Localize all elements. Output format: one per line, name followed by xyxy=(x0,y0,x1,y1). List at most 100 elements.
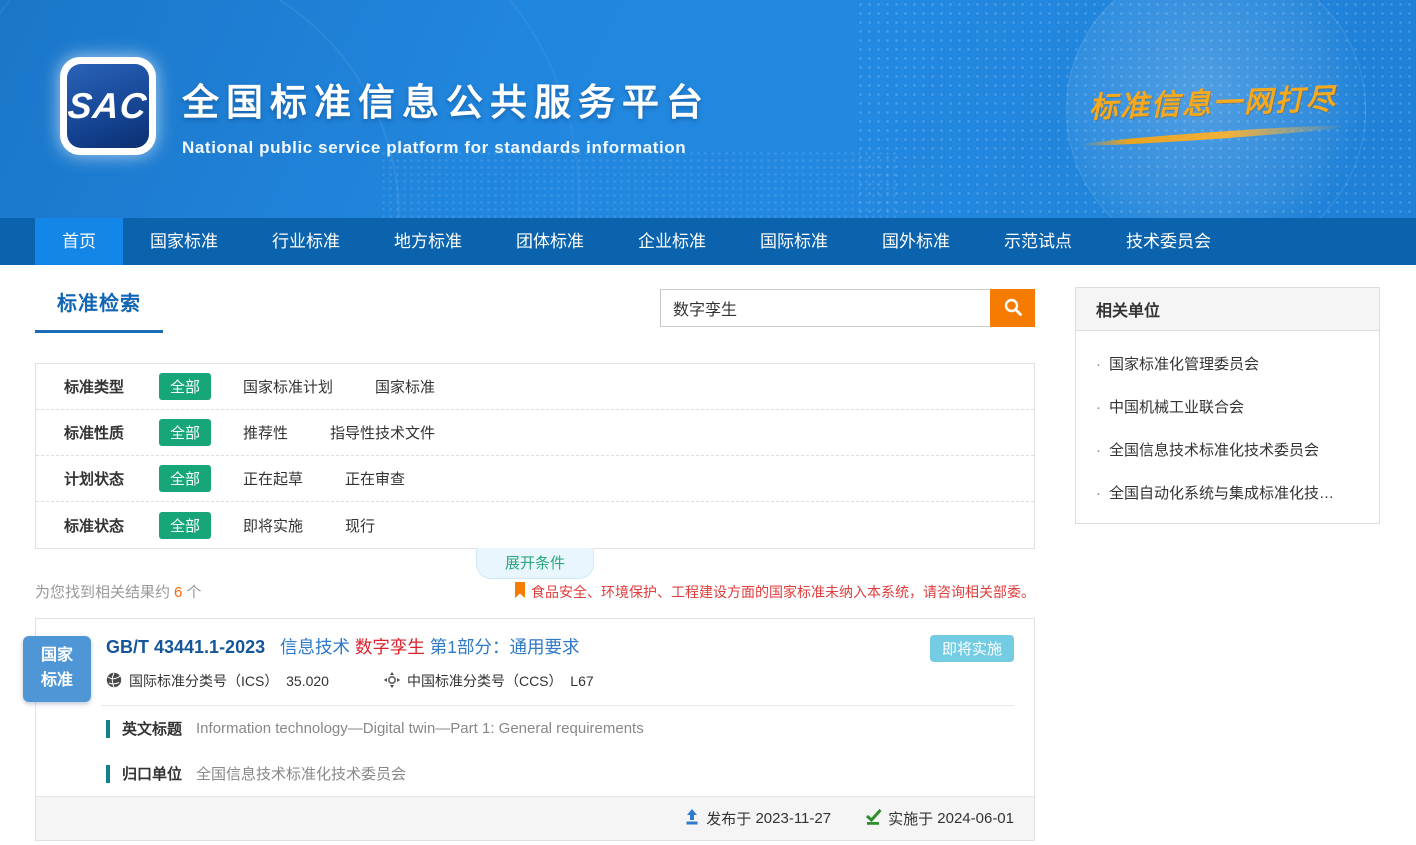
sidebar: 相关单位 国家标准化管理委员会 中国机械工业联合会 全国信息技术标准化技术委员会… xyxy=(1075,287,1380,841)
main-nav: 首页 国家标准 行业标准 地方标准 团体标准 企业标准 国际标准 国外标准 示范… xyxy=(0,218,1416,265)
publish-label: 发布于 xyxy=(706,808,751,829)
classification-row: 国际标准分类号（ICS） 35.020 中国标准分类号（CCS） L67 xyxy=(106,671,1014,705)
search-button[interactable] xyxy=(990,289,1035,327)
filter-row-standard-type: 标准类型 全部 国家标准计划 国家标准 xyxy=(36,364,1034,410)
ics-value: 35.020 xyxy=(286,673,329,689)
search-box xyxy=(660,289,1035,327)
badge-line2: 标准 xyxy=(41,669,73,694)
filter-row-standard-nature: 标准性质 全部 推荐性 指导性技术文件 xyxy=(36,410,1034,456)
filter-all-button[interactable]: 全部 xyxy=(159,465,211,492)
publish-icon xyxy=(684,809,706,829)
sac-logo[interactable]: SAC xyxy=(60,57,156,155)
related-units-list: 国家标准化管理委员会 中国机械工业联合会 全国信息技术标准化技术委员会 全国自动… xyxy=(1076,331,1379,523)
publish-value: 2023-11-27 xyxy=(755,810,831,827)
filter-option[interactable]: 即将实施 xyxy=(243,515,303,536)
filter-label: 计划状态 xyxy=(64,468,159,489)
publish-date: 发布于 2023-11-27 xyxy=(684,808,831,829)
site-title: 全国标准信息公共服务平台 xyxy=(182,72,710,126)
filter-panel: 标准类型 全部 国家标准计划 国家标准 标准性质 全部 推荐性 指导性技术文件 … xyxy=(35,363,1035,549)
result-count-suffix: 个 xyxy=(186,584,201,601)
nav-item-international-standards[interactable]: 国际标准 xyxy=(733,218,855,265)
nav-item-group-standards[interactable]: 团体标准 xyxy=(489,218,611,265)
standard-result-card: 国家 标准 即将实施 GB/T 43441.1-2023 信息技术 数字孪生 第… xyxy=(35,618,1035,841)
related-unit-item[interactable]: 国家标准化管理委员会 xyxy=(1076,337,1379,380)
status-badge: 即将实施 xyxy=(930,635,1014,662)
header-banner: SAC 全国标准信息公共服务平台 National public service… xyxy=(0,0,1416,218)
section-title: 标准检索 xyxy=(57,293,141,315)
filter-row-standard-status: 标准状态 全部 即将实施 现行 xyxy=(36,502,1034,548)
ccs-value: L67 xyxy=(570,673,593,689)
result-count-number: 6 xyxy=(174,584,182,601)
filter-option[interactable]: 国家标准 xyxy=(375,376,435,397)
filter-all-button[interactable]: 全部 xyxy=(159,512,211,539)
banner-slogan: 标准信息一网打尽 xyxy=(1067,75,1359,144)
english-title-value: Information technology—Digital twin—Part… xyxy=(196,720,644,737)
related-units-panel: 相关单位 国家标准化管理委员会 中国机械工业联合会 全国信息技术标准化技术委员会… xyxy=(1075,287,1380,524)
content-area: 标准检索 标准类型 全部 国家标准计划 国家标准 标准性质 全部 xyxy=(0,265,1416,841)
filter-all-button[interactable]: 全部 xyxy=(159,419,211,446)
search-input[interactable] xyxy=(660,289,990,327)
related-unit-item[interactable]: 中国机械工业联合会 xyxy=(1076,380,1379,423)
field-label: 英文标题 xyxy=(122,718,182,739)
slogan-text: 标准信息一网打尽 xyxy=(1067,75,1358,127)
committee-link[interactable]: 全国信息技术标准化技术委员会 xyxy=(196,763,406,784)
standard-title-link[interactable]: GB/T 43441.1-2023 信息技术 数字孪生 第1部分：通用要求 xyxy=(106,634,1014,659)
filter-option[interactable]: 指导性技术文件 xyxy=(330,422,435,443)
nav-item-pilot[interactable]: 示范试点 xyxy=(977,218,1099,265)
related-units-title: 相关单位 xyxy=(1076,288,1379,331)
title-part1: 信息技术 xyxy=(280,637,350,657)
committee-row: 归口单位 全国信息技术标准化技术委员会 xyxy=(36,751,1034,796)
tab-standard-search[interactable]: 标准检索 xyxy=(35,287,163,333)
search-icon xyxy=(1003,297,1023,320)
filter-label: 标准类型 xyxy=(64,376,159,397)
banner-dot-pattern xyxy=(380,150,900,218)
expand-conditions-button[interactable]: 展开条件 xyxy=(476,548,594,579)
ics-classification: 国际标准分类号（ICS） 35.020 xyxy=(106,671,329,691)
standard-code: GB/T 43441.1-2023 xyxy=(106,637,265,657)
nav-item-foreign-standards[interactable]: 国外标准 xyxy=(855,218,977,265)
result-count-prefix: 为您找到相关结果约 xyxy=(35,584,170,601)
result-count: 为您找到相关结果约6个 xyxy=(35,581,201,602)
filter-option[interactable]: 推荐性 xyxy=(243,422,288,443)
field-accent-bar xyxy=(106,765,110,783)
title-highlight: 数字孪生 xyxy=(355,637,425,657)
system-notice: 食品安全、环境保护、工程建设方面的国家标准未纳入本系统，请咨询相关部委。 xyxy=(514,582,1035,602)
card-footer: 发布于 2023-11-27 实施于 2024-06-01 xyxy=(36,796,1034,840)
nav-item-enterprise-standards[interactable]: 企业标准 xyxy=(611,218,733,265)
english-title-row: 英文标题 Information technology—Digital twin… xyxy=(36,706,1034,751)
site-subtitle: National public service platform for sta… xyxy=(182,138,710,158)
nav-item-local-standards[interactable]: 地方标准 xyxy=(367,218,489,265)
nav-item-technical-committee[interactable]: 技术委员会 xyxy=(1099,218,1238,265)
filter-all-button[interactable]: 全部 xyxy=(159,373,211,400)
related-unit-item[interactable]: 全国信息技术标准化技术委员会 xyxy=(1076,423,1379,466)
filter-option[interactable]: 正在起草 xyxy=(243,468,303,489)
badge-line1: 国家 xyxy=(41,644,73,669)
filter-option[interactable]: 国家标准计划 xyxy=(243,376,333,397)
implement-date: 实施于 2024-06-01 xyxy=(865,808,1014,829)
nav-item-industry-standards[interactable]: 行业标准 xyxy=(245,218,367,265)
implement-label: 实施于 xyxy=(888,808,933,829)
notice-text: 食品安全、环境保护、工程建设方面的国家标准未纳入本系统，请咨询相关部委。 xyxy=(531,582,1035,602)
compass-icon xyxy=(384,672,407,691)
filter-label: 标准性质 xyxy=(64,422,159,443)
ccs-classification: 中国标准分类号（CCS） L67 xyxy=(384,671,594,691)
bookmark-icon xyxy=(514,582,531,601)
filter-label: 标准状态 xyxy=(64,515,159,536)
card-header: GB/T 43441.1-2023 信息技术 数字孪生 第1部分：通用要求 国际… xyxy=(36,619,1034,705)
filter-option[interactable]: 现行 xyxy=(345,515,375,536)
field-accent-bar xyxy=(106,720,110,738)
filter-option[interactable]: 正在审查 xyxy=(345,468,405,489)
ccs-label: 中国标准分类号（CCS） xyxy=(407,671,563,691)
nav-item-home[interactable]: 首页 xyxy=(35,218,123,265)
related-unit-item[interactable]: 全国自动化系统与集成标准化技… xyxy=(1076,466,1379,509)
filter-row-plan-status: 计划状态 全部 正在起草 正在审查 xyxy=(36,456,1034,502)
ics-label: 国际标准分类号（ICS） xyxy=(129,671,278,691)
sac-logo-text: SAC xyxy=(66,85,149,127)
search-section: 标准检索 xyxy=(35,287,1035,349)
field-label: 归口单位 xyxy=(122,763,182,784)
banner-titles: 全国标准信息公共服务平台 National public service pla… xyxy=(182,72,710,158)
implement-value: 2024-06-01 xyxy=(937,810,1014,827)
results-meta-row: 为您找到相关结果约6个 食品安全、环境保护、工程建设方面的国家标准未纳入本系统，… xyxy=(35,581,1035,602)
globe-icon xyxy=(106,672,129,691)
nav-item-national-standards[interactable]: 国家标准 xyxy=(123,218,245,265)
